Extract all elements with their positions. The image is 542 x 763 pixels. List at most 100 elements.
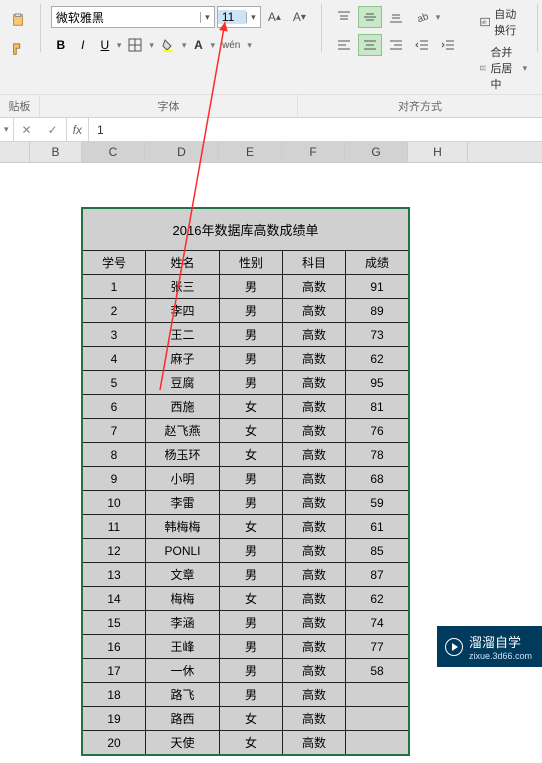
font-name-input[interactable]: [52, 10, 200, 24]
table-cell[interactable]: 王峰: [146, 635, 220, 659]
table-cell[interactable]: 文章: [146, 563, 220, 587]
table-cell[interactable]: 梅梅: [146, 587, 220, 611]
table-cell[interactable]: 女: [220, 587, 283, 611]
font-color-button[interactable]: A: [188, 34, 208, 56]
table-cell[interactable]: 81: [346, 395, 409, 419]
table-cell[interactable]: 高数: [283, 587, 346, 611]
align-bottom-button[interactable]: [384, 6, 408, 28]
align-left-button[interactable]: [332, 34, 356, 56]
table-cell[interactable]: 高数: [283, 443, 346, 467]
table-cell[interactable]: 95: [346, 371, 409, 395]
table-cell[interactable]: 12: [83, 539, 146, 563]
table-cell[interactable]: 78: [346, 443, 409, 467]
table-cell[interactable]: [346, 683, 409, 707]
col-header[interactable]: H: [408, 142, 468, 162]
table-cell[interactable]: 68: [346, 467, 409, 491]
table-cell[interactable]: PONLI: [146, 539, 220, 563]
table-row[interactable]: 10李雷男高数59: [83, 491, 409, 515]
table-cell[interactable]: 11: [83, 515, 146, 539]
table-cell[interactable]: 豆腐: [146, 371, 220, 395]
col-header[interactable]: B: [30, 142, 82, 162]
table-cell[interactable]: 91: [346, 275, 409, 299]
table-cell[interactable]: 85: [346, 539, 409, 563]
table-row[interactable]: 5豆腐男高数95: [83, 371, 409, 395]
table-cell[interactable]: 男: [220, 683, 283, 707]
table-cell[interactable]: 高数: [283, 371, 346, 395]
decrease-indent-button[interactable]: [410, 34, 434, 56]
chevron-down-icon[interactable]: ▾: [200, 12, 214, 23]
table-cell[interactable]: 女: [220, 731, 283, 755]
chevron-down-icon[interactable]: ▾: [182, 40, 187, 51]
table-cell[interactable]: 高数: [283, 635, 346, 659]
table-cell[interactable]: 5: [83, 371, 146, 395]
check-icon[interactable]: ✓: [40, 123, 66, 137]
table-cell[interactable]: 男: [220, 659, 283, 683]
chevron-down-icon[interactable]: ▾: [117, 40, 122, 51]
table-cell[interactable]: 76: [346, 419, 409, 443]
increase-indent-button[interactable]: [436, 34, 460, 56]
align-top-button[interactable]: [332, 6, 356, 28]
align-middle-button[interactable]: [358, 6, 382, 28]
chevron-down-icon[interactable]: ▾: [0, 124, 13, 135]
formula-value[interactable]: 1: [89, 123, 542, 137]
table-cell[interactable]: 男: [220, 299, 283, 323]
table-cell[interactable]: 男: [220, 467, 283, 491]
table-cell[interactable]: 20: [83, 731, 146, 755]
table-cell[interactable]: 73: [346, 323, 409, 347]
table-cell[interactable]: 男: [220, 539, 283, 563]
chevron-down-icon[interactable]: ▾: [247, 40, 252, 51]
table-cell[interactable]: 男: [220, 347, 283, 371]
table-cell[interactable]: 高数: [283, 659, 346, 683]
table-row[interactable]: 4麻子男高数62: [83, 347, 409, 371]
table-cell[interactable]: 高数: [283, 683, 346, 707]
paste-button[interactable]: [6, 4, 30, 36]
table-row[interactable]: 2李四男高数89: [83, 299, 409, 323]
table-cell[interactable]: 王二: [146, 323, 220, 347]
table-header[interactable]: 科目: [283, 251, 346, 275]
table-cell[interactable]: 李雷: [146, 491, 220, 515]
table-cell[interactable]: 14: [83, 587, 146, 611]
orientation-button[interactable]: ab: [410, 6, 434, 28]
italic-button[interactable]: I: [73, 34, 93, 56]
table-cell[interactable]: 87: [346, 563, 409, 587]
table-row[interactable]: 16王峰男高数77: [83, 635, 409, 659]
table-cell[interactable]: 89: [346, 299, 409, 323]
table-cell[interactable]: 16: [83, 635, 146, 659]
chevron-down-icon[interactable]: ▾: [246, 12, 260, 23]
increase-font-button[interactable]: A▴: [263, 6, 286, 28]
table-cell[interactable]: 高数: [283, 707, 346, 731]
chevron-down-icon[interactable]: ▾: [523, 63, 528, 74]
table-cell[interactable]: 张三: [146, 275, 220, 299]
table-cell[interactable]: 女: [220, 515, 283, 539]
table-cell[interactable]: 3: [83, 323, 146, 347]
table-cell[interactable]: 高数: [283, 323, 346, 347]
table-row[interactable]: 6西施女高数81: [83, 395, 409, 419]
table-cell[interactable]: 17: [83, 659, 146, 683]
table-cell[interactable]: 高数: [283, 275, 346, 299]
table-row[interactable]: 9小明男高数68: [83, 467, 409, 491]
table-cell[interactable]: 18: [83, 683, 146, 707]
table-cell[interactable]: 小明: [146, 467, 220, 491]
table-header[interactable]: 性别: [220, 251, 283, 275]
font-size-combo[interactable]: ▾: [217, 6, 261, 28]
table-cell[interactable]: 女: [220, 395, 283, 419]
borders-button[interactable]: [123, 34, 147, 56]
wrap-text-button[interactable]: ab 自动换行: [474, 4, 533, 40]
table-row[interactable]: 18路飞男高数: [83, 683, 409, 707]
table-cell[interactable]: 62: [346, 587, 409, 611]
table-cell[interactable]: 1: [83, 275, 146, 299]
table-cell[interactable]: 男: [220, 611, 283, 635]
table-cell[interactable]: 2: [83, 299, 146, 323]
underline-button[interactable]: U: [95, 34, 115, 56]
table-cell[interactable]: 58: [346, 659, 409, 683]
table-row[interactable]: 11韩梅梅女高数61: [83, 515, 409, 539]
table-row[interactable]: 8杨玉环女高数78: [83, 443, 409, 467]
table-row[interactable]: 1张三男高数91: [83, 275, 409, 299]
align-right-button[interactable]: [384, 34, 408, 56]
table-cell[interactable]: 高数: [283, 467, 346, 491]
col-header[interactable]: F: [282, 142, 345, 162]
col-header[interactable]: D: [145, 142, 219, 162]
table-cell[interactable]: 77: [346, 635, 409, 659]
table-cell[interactable]: 男: [220, 323, 283, 347]
table-cell[interactable]: 女: [220, 419, 283, 443]
